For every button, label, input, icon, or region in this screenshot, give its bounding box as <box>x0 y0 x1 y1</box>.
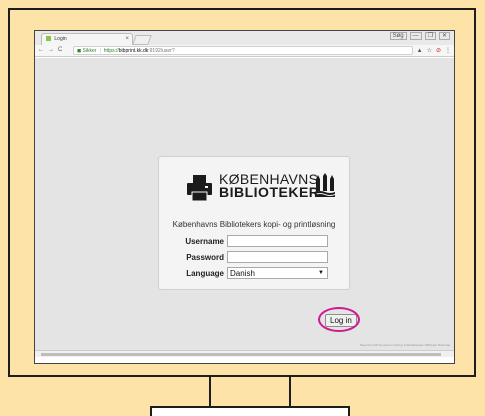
scrollbar-thumb[interactable] <box>41 353 441 356</box>
block-icon[interactable]: ⊘ <box>436 48 441 54</box>
dropdown-caret-icon: ▼ <box>318 270 324 276</box>
maximize-button[interactable]: ❐ <box>424 32 436 40</box>
window-search-button[interactable]: Søg <box>389 32 407 40</box>
username-input[interactable] <box>227 235 328 247</box>
favicon-icon <box>46 36 51 42</box>
printer-icon <box>187 175 212 201</box>
browser-window: Login × Søg — ❐ ✕ ← → C ◼ Sikker | https://bibp… <box>34 30 455 364</box>
toolbar-actions: ▲ ☆ ⊘ ⋮ <box>413 47 451 54</box>
horizontal-scrollbar[interactable] <box>35 350 454 357</box>
url-separator: | <box>99 48 101 54</box>
back-icon[interactable]: ← <box>38 47 44 53</box>
logo-line-2: BIBLIOTEKER <box>219 184 320 200</box>
menu-icon[interactable]: ⋮ <box>445 48 451 54</box>
tab-close-icon[interactable]: × <box>125 34 129 45</box>
nav-buttons: ← → C <box>38 47 66 53</box>
monitor-stand-left <box>209 377 211 407</box>
monitor-frame: Login × Søg — ❐ ✕ ← → C ◼ Sikker | https://bibp… <box>8 8 476 377</box>
address-bar[interactable]: ◼ Sikker | https://bibprint.kk.dk:9192/use… <box>73 46 413 55</box>
username-row: Username <box>159 235 349 249</box>
title-bar: Login × Søg — ❐ ✕ <box>35 31 454 45</box>
page-viewport: KØBENHAVNS BIBLIOTEKER Københavns Biblio… <box>35 58 454 357</box>
language-value: Danish <box>230 269 255 278</box>
window-controls: Søg — ❐ ✕ <box>387 32 450 40</box>
secure-label: Sikker <box>82 48 97 54</box>
url-scheme: https:// <box>103 48 119 54</box>
star-icon[interactable]: ☆ <box>427 48 432 54</box>
pin-icon[interactable]: ▲ <box>417 48 423 54</box>
language-row: Language Danish ▼ <box>159 267 349 281</box>
highlight-circle <box>318 307 360 332</box>
login-subtitle: Københavns Bibliotekers kopi- og printlø… <box>172 220 336 229</box>
reload-icon[interactable]: C <box>58 47 62 53</box>
tab-title: Login <box>54 36 67 42</box>
url-path: :9192/user? <box>148 48 175 54</box>
username-label: Username <box>185 237 224 246</box>
password-label: Password <box>186 253 224 262</box>
login-panel: KØBENHAVNS BIBLIOTEKER Københavns Biblio… <box>158 156 350 290</box>
password-input[interactable] <box>227 251 328 263</box>
forward-icon[interactable]: → <box>48 47 54 53</box>
minimize-button[interactable]: — <box>409 32 422 40</box>
monitor-stand-right <box>289 377 291 407</box>
browser-toolbar: ← → C ◼ Sikker | https://bibprint.kk.dk:9192… <box>35 45 454 57</box>
browser-tab[interactable]: Login × <box>41 33 133 45</box>
library-logo-text: KØBENHAVNS BIBLIOTEKER <box>219 172 320 200</box>
new-tab-button[interactable] <box>132 35 152 45</box>
footer-note: PaperCut MF licensed to Kobing Folkebibl… <box>359 343 450 347</box>
lock-icon: ◼ <box>77 48 82 54</box>
monitor-base <box>150 406 350 416</box>
copenhagen-towers-icon <box>315 173 335 197</box>
close-window-button[interactable]: ✕ <box>438 32 450 40</box>
password-row: Password <box>159 251 349 265</box>
url-host: bibprint.kk.dk <box>118 48 149 54</box>
language-select[interactable]: Danish ▼ <box>227 267 328 279</box>
language-label: Language <box>186 269 224 278</box>
